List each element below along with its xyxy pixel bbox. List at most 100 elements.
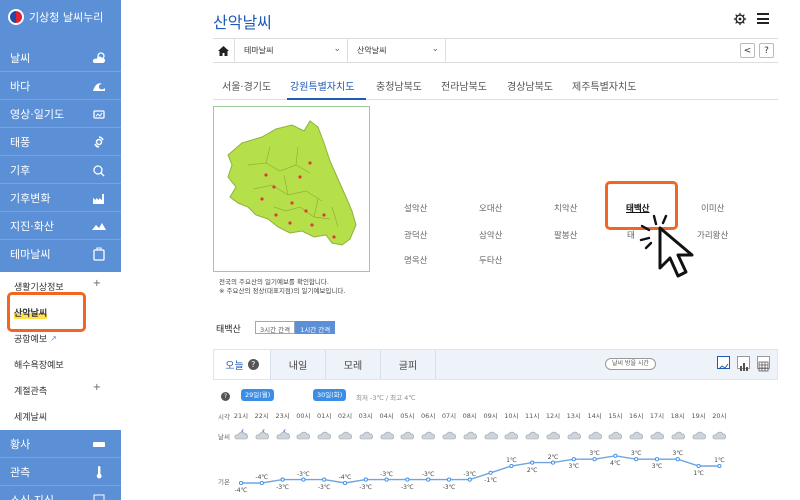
logo[interactable]: 기상청 날씨누리 bbox=[8, 6, 103, 28]
help-circle-icon[interactable]: ? bbox=[247, 359, 259, 370]
tab-label: 글피 bbox=[398, 361, 418, 372]
sidebar-item-satellite[interactable]: 영상·일기도 bbox=[0, 100, 121, 128]
temperature-line-chart bbox=[238, 453, 722, 486]
temperature-label: -3℃ bbox=[401, 483, 414, 491]
cloud-icon bbox=[567, 431, 581, 440]
hour-label: 00시 bbox=[296, 412, 311, 420]
hour-label: 04시 bbox=[379, 412, 394, 420]
breadcrumb-select-category[interactable]: 테마날씨 ⌄ bbox=[235, 39, 348, 62]
temperature-point bbox=[426, 477, 431, 482]
temperature-point bbox=[634, 457, 639, 462]
sidebar-item-sea[interactable]: 바다 bbox=[0, 72, 121, 100]
news-icon bbox=[93, 494, 105, 500]
tab-day-after[interactable]: 모레 bbox=[326, 350, 381, 379]
sidebar-item-typhoon[interactable]: 태풍 bbox=[0, 128, 121, 156]
hour-label: 14시 bbox=[587, 412, 602, 420]
submenu-item-beach-forecast[interactable]: 해수욕장예보 bbox=[0, 352, 121, 376]
temperature-label: -3℃ bbox=[276, 483, 289, 491]
selected-mountain-name: 태백산 bbox=[216, 325, 241, 335]
temperature-point bbox=[363, 477, 368, 482]
submenu-item-label: 세계날씨 bbox=[14, 412, 48, 423]
hour-label: 01시 bbox=[317, 412, 332, 420]
submenu-item-label: 공항예보 bbox=[14, 334, 48, 345]
expand-plus-icon[interactable]: + bbox=[93, 278, 101, 289]
mountain-link[interactable]: 두타산 bbox=[479, 254, 502, 266]
app-window: 기상청 날씨누리 날씨 바다 영상·일기도 태풍 기후 기후변화 지진·화산 테… bbox=[0, 0, 800, 500]
expand-plus-icon[interactable]: + bbox=[93, 382, 101, 393]
temperature-label: -3℃ bbox=[442, 483, 456, 491]
sidebar-item-observation[interactable]: 관측 bbox=[0, 458, 121, 486]
sidebar-item-climate[interactable]: 기후 bbox=[0, 156, 121, 184]
sidebar-item-weather[interactable]: 날씨 bbox=[0, 44, 121, 72]
mountain-link[interactable]: 삼악산 bbox=[479, 229, 502, 241]
chevron-down-icon: ⌄ bbox=[431, 44, 439, 54]
tab-gyeongsang[interactable]: 경상남북도 bbox=[507, 78, 553, 93]
tab-seoul-gyeonggi[interactable]: 서울·경기도 bbox=[222, 78, 271, 93]
tab-gangwon[interactable]: 강원특별자치도 bbox=[290, 78, 354, 93]
date-badge: 29일(월) bbox=[241, 389, 275, 401]
tab-jeolla[interactable]: 전라남북도 bbox=[441, 78, 487, 93]
breadcrumb-select-page[interactable]: 산악날씨 ⌄ bbox=[348, 39, 446, 62]
logo-text: 기상청 날씨누리 bbox=[29, 11, 104, 24]
external-link-icon: ↗ bbox=[50, 333, 57, 343]
climate-icon bbox=[93, 165, 105, 177]
temperature-point bbox=[717, 463, 722, 469]
home-icon[interactable] bbox=[213, 39, 235, 62]
sidebar-item-label: 황사 bbox=[10, 437, 31, 451]
hamburger-menu-icon[interactable] bbox=[757, 13, 769, 24]
hour-label: 18시 bbox=[670, 412, 685, 420]
submenu-item-world-weather[interactable]: 세계날씨 bbox=[0, 404, 121, 428]
temperature-point bbox=[530, 460, 535, 465]
tab-tomorrow[interactable]: 내일 bbox=[271, 350, 326, 379]
submenu-item-seasonal-obs[interactable]: 계절관측 + bbox=[0, 378, 121, 402]
mountain-link[interactable]: 팔봉산 bbox=[554, 229, 577, 241]
temperature-label: 1℃ bbox=[506, 457, 517, 464]
mountain-link[interactable]: 명옥산 bbox=[404, 254, 427, 266]
sidebar-item-climate-change[interactable]: 기후변화 bbox=[0, 184, 121, 212]
map-note-line: ※ 주요산의 정상(대표지점)의 일기예보입니다. bbox=[219, 287, 346, 295]
share-button[interactable]: < bbox=[740, 43, 755, 58]
cloud-icon bbox=[525, 431, 540, 440]
breadcrumb: 테마날씨 ⌄ 산악날씨 ⌄ bbox=[213, 38, 778, 63]
active-tab-indicator bbox=[287, 98, 366, 100]
graph-view-icon[interactable] bbox=[717, 356, 730, 370]
tab-today[interactable]: 오늘? bbox=[214, 350, 271, 379]
mountain-link[interactable]: 설악산 bbox=[404, 202, 427, 214]
interval-3h-button[interactable]: 3시간 간격 bbox=[255, 321, 296, 334]
interval-1h-button[interactable]: 1시간 간격 bbox=[295, 321, 336, 334]
tab-chungcheong[interactable]: 충청남북도 bbox=[376, 78, 422, 93]
sidebar-item-label: 영상·일기도 bbox=[10, 107, 65, 121]
mountain-link[interactable]: 광덕산 bbox=[404, 229, 427, 241]
sidebar-item-news[interactable]: 소식·지식 bbox=[0, 486, 121, 500]
breadcrumb-select-value: 산악날씨 bbox=[357, 46, 387, 55]
sidebar-item-label: 소식·지식 bbox=[10, 493, 54, 500]
factory-icon bbox=[93, 194, 104, 204]
date-badge: 30일(화) bbox=[313, 389, 347, 401]
sidebar-item-earthquake[interactable]: 지진·화산 bbox=[0, 212, 121, 240]
share-icon: < bbox=[743, 45, 752, 56]
temperature-label: -3℃ bbox=[463, 470, 477, 478]
bar-view-icon[interactable] bbox=[737, 356, 750, 371]
page-title: 산악날씨 bbox=[213, 13, 272, 32]
kma-emblem-icon bbox=[8, 9, 24, 25]
hour-label: 03시 bbox=[358, 412, 373, 420]
map-note-line: 전국의 주요산의 일기예보를 확인합니다. bbox=[219, 278, 329, 286]
table-view-icon[interactable] bbox=[757, 356, 770, 372]
sidebar-item-theme-weather[interactable]: 테마날씨 bbox=[0, 240, 121, 268]
info-circle-icon[interactable]: ? bbox=[221, 392, 230, 401]
help-button[interactable]: ? bbox=[759, 43, 774, 58]
gear-icon[interactable] bbox=[733, 12, 747, 26]
mountain-link[interactable]: 오대산 bbox=[479, 202, 502, 214]
temperature-point bbox=[322, 477, 327, 482]
hour-label: 16시 bbox=[629, 412, 644, 420]
tab-two-days-after[interactable]: 글피 bbox=[381, 350, 436, 379]
cloud-icon bbox=[588, 431, 602, 440]
gangwon-map[interactable] bbox=[213, 106, 370, 272]
mountain-link[interactable]: 치악산 bbox=[554, 202, 577, 214]
temperature-point bbox=[654, 457, 660, 462]
mountain-link[interactable]: 태 bbox=[627, 229, 635, 241]
tab-jeju[interactable]: 제주특별자치도 bbox=[572, 78, 636, 93]
observation-time-button[interactable]: 날씨 방을 시간 bbox=[605, 358, 656, 370]
sidebar-item-yellow-dust[interactable]: 황사 bbox=[0, 430, 121, 458]
temp-range-legend: 최저 -3℃ / 최고 4℃ bbox=[356, 394, 416, 402]
